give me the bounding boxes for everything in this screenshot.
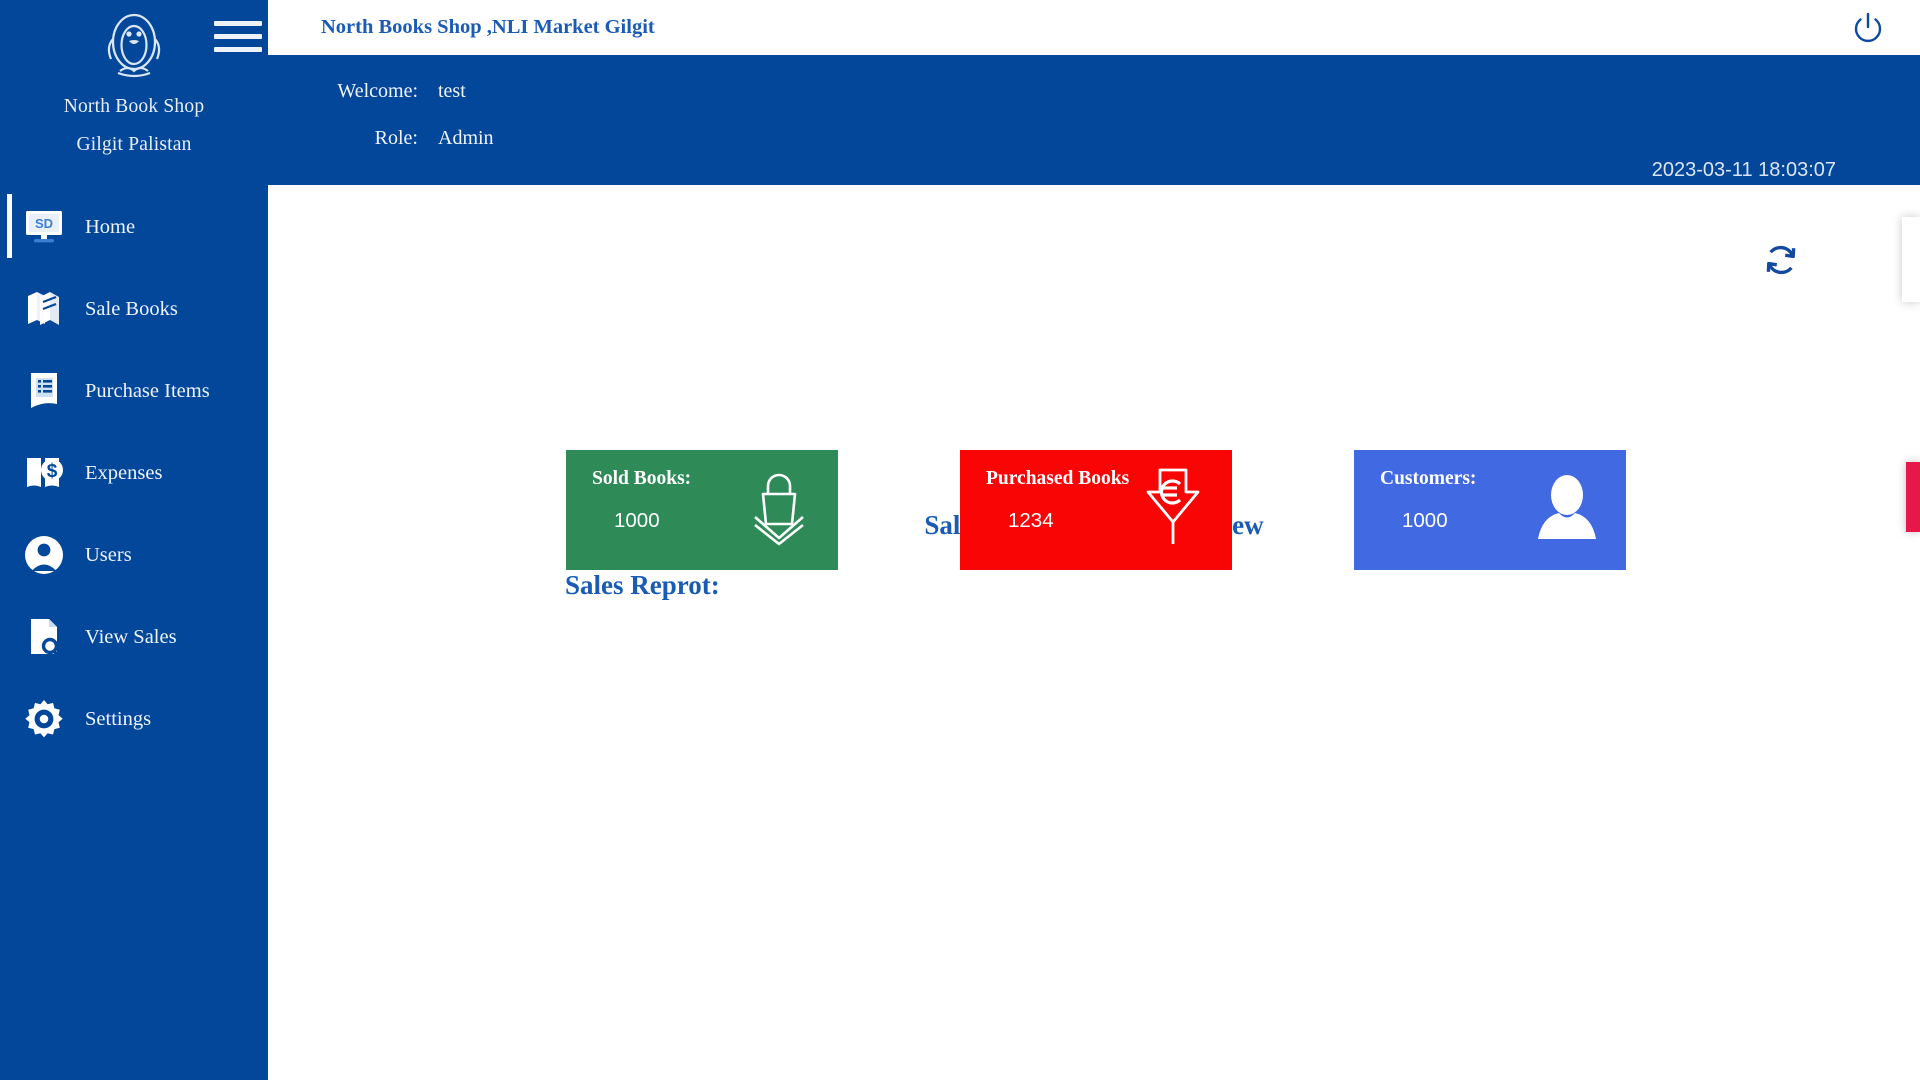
- document-search-icon: [22, 615, 66, 659]
- monitor-sd-icon: SD: [22, 205, 66, 249]
- sidebar-item-label: Purchase Items: [85, 379, 210, 402]
- euro-arrow-down-icon: [1132, 464, 1214, 550]
- sidebar-item-label: Home: [85, 215, 136, 238]
- card-purchased-books[interactable]: Purchased Books 1234: [960, 450, 1232, 570]
- card-value: 1000: [1402, 509, 1448, 532]
- card-customers[interactable]: Customers: 1000: [1354, 450, 1626, 570]
- main-content: Sales and Purchase Overview Sold Books: …: [268, 185, 1920, 1080]
- role-label: Role:: [374, 127, 418, 149]
- shopping-bag-down-icon: [738, 464, 820, 550]
- hamburger-bar: [214, 46, 262, 52]
- page-title: North Books Shop ,NLI Market Gilgit: [321, 16, 655, 38]
- sidebar-item-label: Sale Books: [85, 297, 178, 320]
- card-value: 1000: [614, 509, 660, 532]
- card-label: Customers:: [1380, 468, 1477, 489]
- person-avatar-icon: [1526, 464, 1608, 550]
- welcome-username: test: [438, 80, 466, 102]
- sidebar-item-label: Expenses: [85, 461, 163, 484]
- sidebar-nav: SD Home Sale Books Purchase Items $ Expe…: [0, 186, 268, 760]
- edge-white-panel[interactable]: [1902, 217, 1920, 302]
- card-sold-books[interactable]: Sold Books: 1000: [566, 450, 838, 570]
- gear-icon: [22, 697, 66, 741]
- role-row: Role: Admin: [322, 127, 494, 150]
- sidebar-item-view-sales[interactable]: View Sales: [0, 596, 268, 678]
- card-label: Purchased Books: [986, 468, 1130, 489]
- edge-red-panel[interactable]: [1906, 462, 1920, 532]
- user-circle-icon: [22, 533, 66, 577]
- sidebar-item-expenses[interactable]: $ Expenses: [0, 432, 268, 514]
- welcome-row: Welcome: test: [322, 80, 466, 103]
- brand-name: North Book Shop: [63, 96, 205, 117]
- user-info-bar: Welcome: test Role: Admin 2023-03-11 18:…: [268, 55, 1920, 185]
- sidebar-item-label: Users: [85, 543, 132, 566]
- sidebar: North Book Shop Gilgit Palistan SD Home: [0, 0, 268, 1080]
- sidebar-item-purchase-items[interactable]: Purchase Items: [0, 350, 268, 432]
- power-icon[interactable]: [1849, 9, 1887, 47]
- sidebar-item-label: Settings: [85, 707, 152, 730]
- svg-text:SD: SD: [35, 216, 53, 231]
- sidebar-item-sale-books[interactable]: Sale Books: [0, 268, 268, 350]
- sidebar-item-settings[interactable]: Settings: [0, 678, 268, 760]
- hamburger-bar: [214, 33, 262, 39]
- brand-location: Gilgit Palistan: [76, 134, 192, 155]
- hamburger-menu-icon[interactable]: [214, 14, 262, 58]
- refresh-icon[interactable]: [1759, 238, 1803, 282]
- datetime-display: 2023-03-11 18:03:07: [1651, 159, 1836, 181]
- welcome-label: Welcome:: [337, 80, 418, 102]
- svg-text:$: $: [47, 461, 58, 482]
- sidebar-item-users[interactable]: Users: [0, 514, 268, 596]
- card-value: 1234: [1008, 509, 1054, 532]
- sidebar-item-home[interactable]: SD Home: [0, 186, 268, 268]
- invoice-list-icon: [22, 369, 66, 413]
- role-value: Admin: [438, 127, 494, 149]
- sales-report-title: Sales Reprot:: [565, 570, 720, 600]
- card-label: Sold Books:: [592, 468, 692, 489]
- app-root: North Book Shop Gilgit Palistan SD Home: [0, 0, 1920, 1080]
- summary-cards: Sold Books: 1000 Purchased Books 1234 Cu…: [566, 450, 1626, 570]
- hamburger-bar: [214, 20, 262, 26]
- sidebar-item-label: View Sales: [85, 625, 177, 648]
- books-stack-icon: [22, 287, 66, 331]
- top-header-bar: North Books Shop ,NLI Market Gilgit: [268, 0, 1920, 55]
- book-dollar-icon: $: [22, 451, 66, 495]
